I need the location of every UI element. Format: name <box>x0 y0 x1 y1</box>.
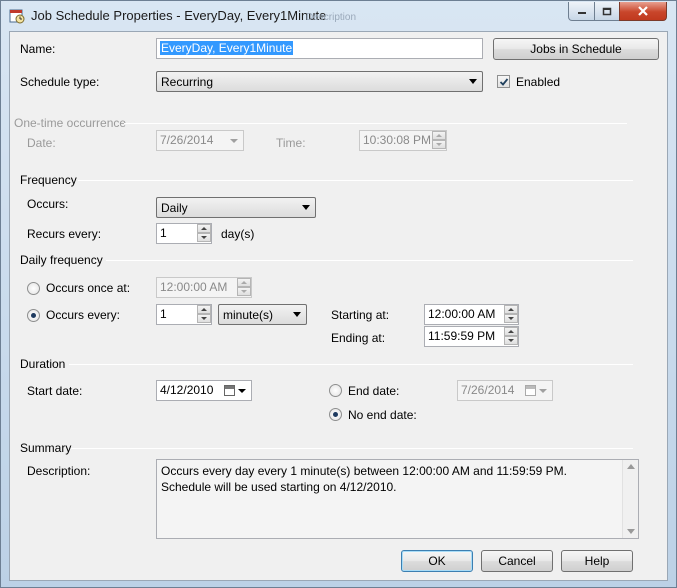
occurs-value: Daily <box>161 201 188 215</box>
background-title-ghost: Description <box>306 12 357 23</box>
frequency-section-title: Frequency <box>20 173 77 187</box>
dialog-window: Job Schedule Properties - EveryDay, Ever… <box>0 0 677 588</box>
help-button[interactable]: Help <box>561 550 633 572</box>
daily-frequency-section-title: Daily frequency <box>20 253 103 267</box>
occurs-once-radio[interactable] <box>27 282 40 295</box>
cancel-button[interactable]: Cancel <box>481 550 553 572</box>
interval-unit-dropdown[interactable]: minute(s) <box>218 304 307 325</box>
calendar-icon <box>525 385 536 396</box>
starting-at-value: 12:00:00 AM <box>428 307 496 321</box>
close-icon <box>638 6 648 16</box>
description-scrollbar[interactable] <box>622 460 638 538</box>
ok-label: OK <box>428 554 446 568</box>
name-label: Name: <box>20 42 56 56</box>
one-time-date-label: Date: <box>27 136 56 150</box>
schedule-type-dropdown[interactable]: Recurring <box>156 71 483 92</box>
recurs-every-value: 1 <box>160 226 167 240</box>
name-value: EveryDay, Every1Minute <box>160 41 294 55</box>
ok-button[interactable]: OK <box>401 550 473 572</box>
recurs-spinner[interactable] <box>197 224 211 243</box>
end-date-picker[interactable]: 7/26/2014 <box>457 380 553 401</box>
description-text: Occurs every day every 1 minute(s) betwe… <box>161 464 567 494</box>
scroll-up-icon <box>627 464 635 469</box>
one-time-date-value: 7/26/2014 <box>160 133 214 147</box>
one-time-time-input[interactable]: 10:30:08 PM <box>359 130 447 151</box>
dialog-client-area: Name: EveryDay, Every1Minute Jobs in Sch… <box>9 31 668 581</box>
chevron-down-icon <box>302 205 310 210</box>
checkmark-icon <box>499 78 509 86</box>
occurs-every-label: Occurs every: <box>46 308 121 322</box>
recurs-unit-label: day(s) <box>221 227 255 241</box>
summary-section-title: Summary <box>20 441 72 455</box>
cancel-label: Cancel <box>498 554 536 568</box>
time-spinner[interactable] <box>432 131 446 150</box>
start-date-label: Start date: <box>27 384 83 398</box>
chevron-down-icon <box>293 312 301 317</box>
calendar-clock-icon <box>9 9 25 24</box>
occurs-once-value: 12:00:00 AM <box>160 280 228 294</box>
description-label: Description: <box>27 464 91 478</box>
minimize-icon <box>577 12 586 14</box>
section-divider <box>106 260 633 261</box>
jobs-in-schedule-button[interactable]: Jobs in Schedule <box>493 38 659 60</box>
occurs-every-input[interactable]: 1 <box>156 304 212 325</box>
end-date-radio[interactable] <box>329 384 342 397</box>
enabled-checkbox[interactable] <box>497 75 510 88</box>
section-divider <box>71 448 633 449</box>
end-date-label: End date: <box>348 384 400 398</box>
window-title: Job Schedule Properties - EveryDay, Ever… <box>31 8 327 23</box>
scroll-down-icon <box>627 529 635 534</box>
jobs-in-schedule-label: Jobs in Schedule <box>530 42 622 56</box>
interval-unit-value: minute(s) <box>223 308 274 322</box>
one-time-date-picker[interactable]: 7/26/2014 <box>156 130 244 151</box>
occurs-dropdown[interactable]: Daily <box>156 197 316 218</box>
occurs-label: Occurs: <box>27 197 69 211</box>
chevron-down-icon <box>469 79 477 84</box>
occurs-every-value: 1 <box>160 307 167 321</box>
starting-spinner[interactable] <box>504 305 518 324</box>
chevron-down-icon <box>230 139 238 143</box>
recurs-every-label: Recurs every: <box>27 227 102 241</box>
ending-at-input[interactable]: 11:59:59 PM <box>424 326 519 347</box>
chevron-down-icon <box>238 389 246 393</box>
start-date-value: 4/12/2010 <box>160 383 214 397</box>
name-input[interactable]: EveryDay, Every1Minute <box>156 38 483 59</box>
close-button[interactable] <box>619 2 667 21</box>
section-divider <box>124 123 627 124</box>
duration-section-title: Duration <box>20 357 66 371</box>
section-divider <box>78 180 633 181</box>
chevron-down-icon <box>539 389 547 393</box>
starting-at-input[interactable]: 12:00:00 AM <box>424 304 519 325</box>
ending-at-label: Ending at: <box>331 331 386 345</box>
every-spinner[interactable] <box>197 305 211 324</box>
description-textarea[interactable]: Occurs every day every 1 minute(s) betwe… <box>156 459 639 539</box>
recurs-every-input[interactable]: 1 <box>156 223 212 244</box>
maximize-icon <box>602 7 612 15</box>
one-time-time-value: 10:30:08 PM <box>363 133 432 147</box>
help-label: Help <box>584 554 610 568</box>
section-divider <box>69 364 633 365</box>
ending-at-value: 11:59:59 PM <box>428 329 496 343</box>
occurs-once-time-input[interactable]: 12:00:00 AM <box>156 277 252 298</box>
one-time-section-title: One-time occurrence <box>14 116 127 130</box>
end-date-value: 7/26/2014 <box>461 383 515 397</box>
calendar-icon <box>224 385 235 396</box>
starting-at-label: Starting at: <box>331 308 390 322</box>
occurs-once-label: Occurs once at: <box>46 281 131 295</box>
schedule-type-label: Schedule type: <box>20 75 100 89</box>
no-end-date-label: No end date: <box>348 408 417 422</box>
maximize-button[interactable] <box>594 2 620 21</box>
one-time-time-label: Time: <box>276 136 306 150</box>
minimize-button[interactable] <box>568 2 595 21</box>
enabled-label: Enabled <box>516 75 561 89</box>
occurs-every-radio[interactable] <box>27 309 40 322</box>
schedule-type-value: Recurring <box>161 75 214 89</box>
once-time-spinner[interactable] <box>237 278 251 297</box>
no-end-date-radio[interactable] <box>329 408 342 421</box>
start-date-picker[interactable]: 4/12/2010 <box>156 380 252 401</box>
title-bar[interactable]: Job Schedule Properties - EveryDay, Ever… <box>1 1 676 31</box>
ending-spinner[interactable] <box>504 327 518 346</box>
